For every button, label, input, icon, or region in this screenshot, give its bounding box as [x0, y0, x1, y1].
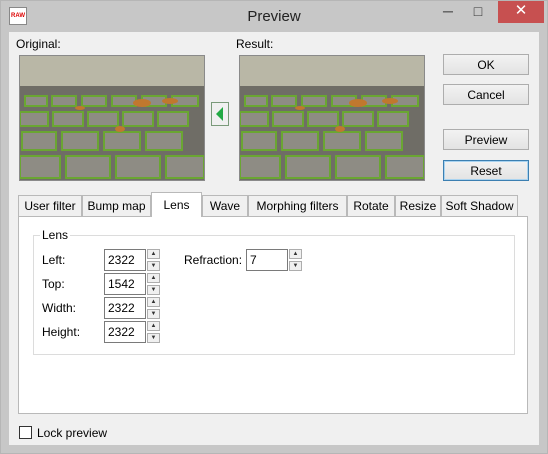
- tab-wave[interactable]: Wave: [202, 195, 248, 216]
- top-label: Top:: [42, 277, 65, 291]
- tab-bump-map[interactable]: Bump map: [82, 195, 151, 216]
- spin-up-icon[interactable]: ▲: [147, 249, 160, 259]
- refraction-label: Refraction:: [184, 253, 243, 267]
- tab-rotate[interactable]: Rotate: [347, 195, 395, 216]
- top-input[interactable]: 1542: [104, 273, 146, 295]
- tab-resize[interactable]: Resize: [395, 195, 441, 216]
- ok-button[interactable]: OK: [443, 54, 529, 75]
- spin-down-icon[interactable]: ▼: [289, 261, 302, 271]
- spin-up-icon[interactable]: ▲: [147, 273, 160, 283]
- spin-up-icon[interactable]: ▲: [289, 249, 302, 259]
- spin-down-icon[interactable]: ▼: [147, 309, 160, 319]
- left-label: Left:: [42, 253, 66, 267]
- spin-up-icon[interactable]: ▲: [147, 321, 160, 331]
- left-input[interactable]: 2322: [104, 249, 146, 271]
- tab-user-filter[interactable]: User filter: [18, 195, 82, 216]
- cancel-button[interactable]: Cancel: [443, 84, 529, 105]
- result-label: Result:: [236, 37, 274, 51]
- width-spinner[interactable]: ▲ ▼: [147, 297, 160, 319]
- lens-group-title: Lens: [40, 228, 71, 242]
- original-label: Original:: [16, 37, 61, 51]
- lens-group: Lens Left: 2322 ▲ ▼ Top: 1542 ▲ ▼ Width:…: [33, 228, 515, 355]
- preview-button[interactable]: Preview: [443, 129, 529, 150]
- refraction-input[interactable]: 7: [246, 249, 288, 271]
- left-spinner[interactable]: ▲ ▼: [147, 249, 160, 271]
- height-spinner[interactable]: ▲ ▼: [147, 321, 160, 343]
- tab-soft-shadow[interactable]: Soft Shadow: [441, 195, 518, 216]
- close-button[interactable]: ✕: [498, 1, 544, 23]
- top-spinner[interactable]: ▲ ▼: [147, 273, 160, 295]
- height-label: Height:: [42, 325, 81, 339]
- spin-down-icon[interactable]: ▼: [147, 285, 160, 295]
- spin-down-icon[interactable]: ▼: [147, 261, 160, 271]
- lock-preview-label: Lock preview: [37, 426, 108, 440]
- preview-window: RAW Preview ─ □ ✕ Original: Result: OK C…: [0, 0, 548, 454]
- apply-arrow-button[interactable]: [211, 102, 229, 126]
- tab-lens[interactable]: Lens: [151, 192, 202, 217]
- title-bar: RAW Preview ─ □ ✕: [1, 1, 547, 32]
- tab-morphing-filters[interactable]: Morphing filters: [248, 195, 347, 216]
- spin-up-icon[interactable]: ▲: [147, 297, 160, 307]
- lens-tab-panel: Lens Left: 2322 ▲ ▼ Top: 1542 ▲ ▼ Width:…: [18, 216, 528, 414]
- width-input[interactable]: 2322: [104, 297, 146, 319]
- reset-button[interactable]: Reset: [443, 160, 529, 181]
- spin-down-icon[interactable]: ▼: [147, 333, 160, 343]
- height-input[interactable]: 2322: [104, 321, 146, 343]
- refraction-spinner[interactable]: ▲ ▼: [289, 249, 302, 271]
- width-label: Width:: [42, 301, 77, 315]
- result-image: [239, 55, 425, 181]
- original-image: [19, 55, 205, 181]
- lock-preview-checkbox[interactable]: [19, 426, 32, 439]
- dialog-body: Original: Result: OK Cancel Preview Rese…: [9, 32, 539, 445]
- left-arrow-icon: [216, 107, 223, 121]
- maximize-button[interactable]: □: [463, 1, 493, 23]
- minimize-button[interactable]: ─: [433, 1, 463, 23]
